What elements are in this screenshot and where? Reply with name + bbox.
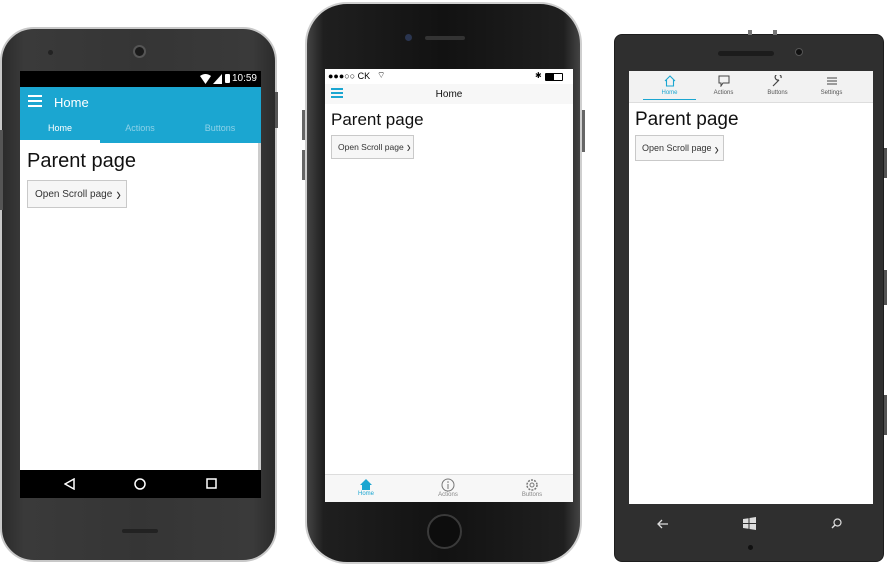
open-scroll-page-button[interactable]: Open Scroll page › bbox=[27, 180, 127, 208]
wrench-icon bbox=[772, 75, 782, 87]
tab-buttons[interactable]: Buttons bbox=[180, 123, 260, 143]
iphone-volume-button bbox=[302, 150, 305, 180]
scrollbar[interactable] bbox=[258, 143, 261, 473]
tab-buttons[interactable]: Buttons bbox=[751, 71, 804, 103]
button-label: Open Scroll page bbox=[338, 142, 404, 152]
comment-icon bbox=[718, 75, 729, 87]
android-screen: 10:59 Home Home Actions Buttons Parent p… bbox=[20, 71, 261, 498]
wifi-icon: ⌔ bbox=[377, 70, 386, 80]
android-power-button bbox=[275, 92, 278, 128]
ios-tab-bar: Home Actions Buttons bbox=[325, 474, 573, 502]
tab-label: Buttons bbox=[767, 90, 788, 96]
button-label: Open Scroll page bbox=[35, 188, 113, 200]
android-device: 10:59 Home Home Actions Buttons Parent p… bbox=[0, 27, 277, 562]
windows-screen: Home Actions Buttons Settings Parent pag… bbox=[629, 71, 873, 504]
top-button bbox=[773, 30, 777, 35]
bluetooth-icon: ✱ bbox=[535, 71, 542, 80]
tab-actions[interactable]: Actions bbox=[100, 123, 180, 143]
nav-title: Home bbox=[435, 89, 463, 100]
front-camera bbox=[133, 45, 146, 58]
chevron-right-icon: › bbox=[406, 137, 411, 157]
wifi-icon bbox=[200, 74, 211, 84]
page-title: Parent page bbox=[635, 109, 739, 130]
android-toolbar: Home Home Actions Buttons bbox=[20, 87, 261, 143]
gear-icon bbox=[526, 479, 538, 491]
home-button[interactable] bbox=[427, 514, 462, 549]
windows-tab-bar: Home Actions Buttons Settings bbox=[629, 71, 873, 103]
battery-icon bbox=[225, 74, 230, 83]
search-icon[interactable] bbox=[831, 518, 842, 529]
tab-settings[interactable]: Settings bbox=[805, 71, 858, 103]
signal-icon bbox=[213, 74, 222, 84]
android-nav-bar bbox=[20, 470, 261, 498]
hamburger-menu-icon[interactable] bbox=[28, 95, 42, 107]
tab-label: Settings bbox=[820, 90, 843, 96]
toolbar-title: Home bbox=[54, 95, 89, 110]
android-status-bar: 10:59 bbox=[20, 71, 261, 87]
bottom-mic bbox=[748, 545, 753, 550]
tab-label: Actions bbox=[713, 90, 734, 96]
home-icon bbox=[664, 75, 675, 87]
open-scroll-page-button[interactable]: Open Scroll page › bbox=[635, 135, 724, 161]
earpiece bbox=[718, 51, 774, 56]
front-camera bbox=[795, 48, 803, 56]
recents-icon[interactable] bbox=[206, 478, 217, 489]
wp-side-button bbox=[884, 270, 887, 305]
ios-status-bar: ●●●○○ CK ⌔ ✱ bbox=[325, 69, 573, 84]
chevron-right-icon: › bbox=[714, 138, 719, 158]
tab-buttons[interactable]: Buttons bbox=[491, 478, 573, 498]
iphone-device: ●●●○○ CK ⌔ ✱ Home Parent page Open Scrol… bbox=[305, 2, 582, 564]
iphone-side-button bbox=[582, 110, 585, 152]
home-icon bbox=[360, 479, 372, 490]
tab-label: Buttons bbox=[521, 492, 543, 498]
front-camera bbox=[405, 34, 412, 41]
page-title: Parent page bbox=[331, 110, 424, 129]
wp-side-button bbox=[884, 395, 887, 435]
earpiece bbox=[425, 36, 465, 40]
iphone-screen: ●●●○○ CK ⌔ ✱ Home Parent page Open Scrol… bbox=[325, 69, 573, 502]
button-label: Open Scroll page bbox=[642, 143, 712, 153]
ios-navigation-bar: Home bbox=[325, 84, 573, 104]
battery-icon bbox=[545, 73, 563, 81]
chevron-right-icon: › bbox=[116, 183, 121, 205]
top-button bbox=[748, 30, 752, 35]
active-tab-indicator bbox=[20, 140, 100, 143]
tab-label: Home bbox=[661, 90, 678, 96]
windows-logo-icon[interactable] bbox=[743, 517, 756, 530]
tab-home[interactable]: Home bbox=[325, 478, 407, 497]
iphone-volume-button bbox=[302, 110, 305, 140]
info-icon bbox=[441, 478, 455, 492]
bottom-speaker bbox=[122, 529, 158, 533]
tab-actions[interactable]: Actions bbox=[407, 478, 489, 498]
back-arrow-icon[interactable] bbox=[657, 519, 669, 529]
carrier-signal: ●●●○○ CK bbox=[328, 71, 371, 81]
front-sensor bbox=[48, 50, 53, 55]
open-scroll-page-button[interactable]: Open Scroll page › bbox=[331, 135, 414, 159]
home-circle-icon[interactable] bbox=[134, 478, 146, 490]
settings-lines-icon bbox=[826, 77, 837, 85]
tab-home[interactable]: Home bbox=[643, 71, 696, 103]
status-time: 10:59 bbox=[231, 73, 257, 84]
back-icon[interactable] bbox=[64, 478, 75, 490]
tab-actions[interactable]: Actions bbox=[697, 71, 750, 103]
wp-side-button bbox=[884, 148, 887, 178]
android-volume-button bbox=[0, 130, 3, 210]
windows-phone-device: Home Actions Buttons Settings Parent pag… bbox=[614, 30, 884, 562]
tab-label: Actions bbox=[438, 492, 458, 498]
tab-label: Home bbox=[357, 491, 374, 497]
page-title: Parent page bbox=[27, 150, 136, 172]
